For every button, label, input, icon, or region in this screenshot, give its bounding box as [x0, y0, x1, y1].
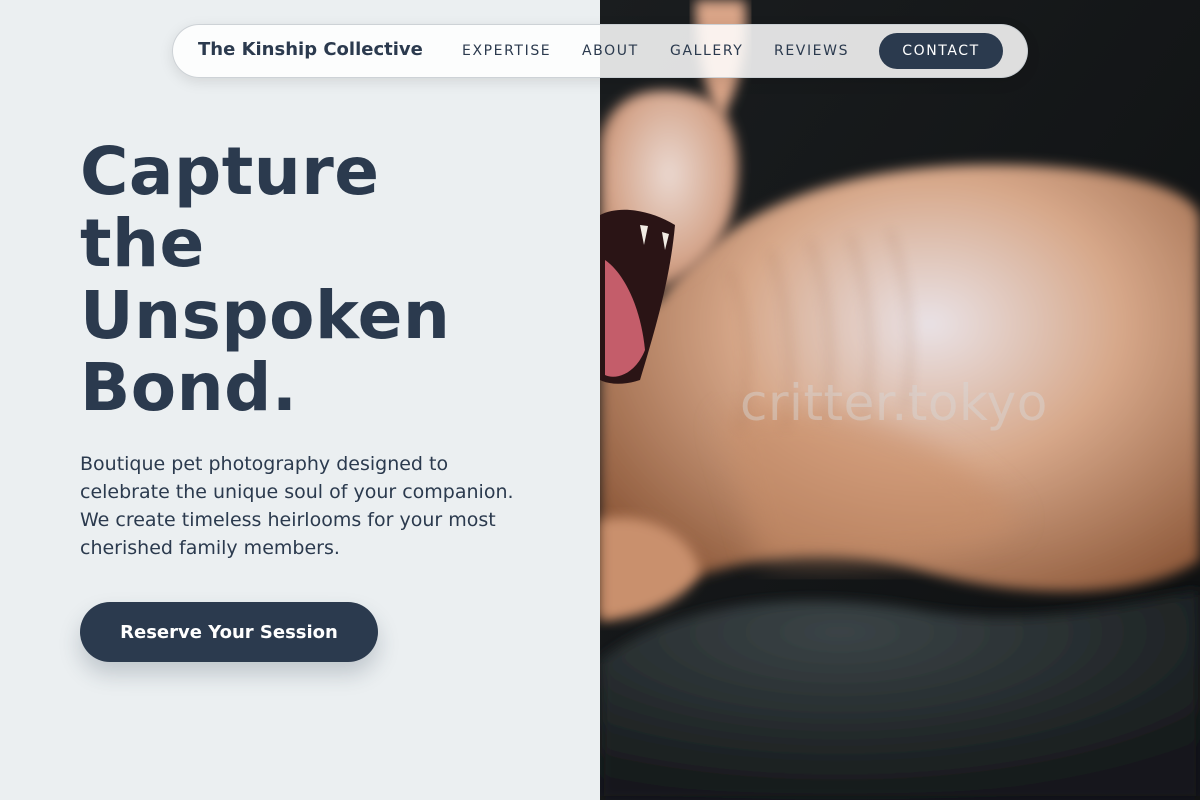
top-nav: The Kinship Collective EXPERTISE ABOUT G…	[172, 24, 1028, 78]
contact-button[interactable]: CONTACT	[879, 33, 1003, 69]
nav-link-gallery[interactable]: GALLERY	[670, 43, 743, 59]
hero-subtext: Boutique pet photography designed to cel…	[80, 453, 514, 559]
nav-link-about[interactable]: ABOUT	[582, 43, 639, 59]
watermark-text: critter.tokyo	[740, 374, 1048, 432]
headline-line: Capture	[80, 133, 380, 210]
hero-photo: critter.tokyo	[600, 0, 1200, 800]
hero-section: Capture the Unspoken Bond. Boutique pet …	[0, 0, 600, 800]
brand-logo-text[interactable]: The Kinship Collective	[198, 39, 423, 60]
headline-line: Bond.	[80, 349, 298, 426]
nav-link-reviews[interactable]: REVIEWS	[774, 43, 849, 59]
headline-line: Unspoken	[80, 277, 451, 354]
reserve-session-button[interactable]: Reserve Your Session	[80, 602, 378, 662]
hero-headline: Capture the Unspoken Bond.	[80, 136, 580, 424]
nav-link-expertise[interactable]: EXPERTISE	[462, 43, 551, 59]
headline-line: the	[80, 205, 205, 282]
